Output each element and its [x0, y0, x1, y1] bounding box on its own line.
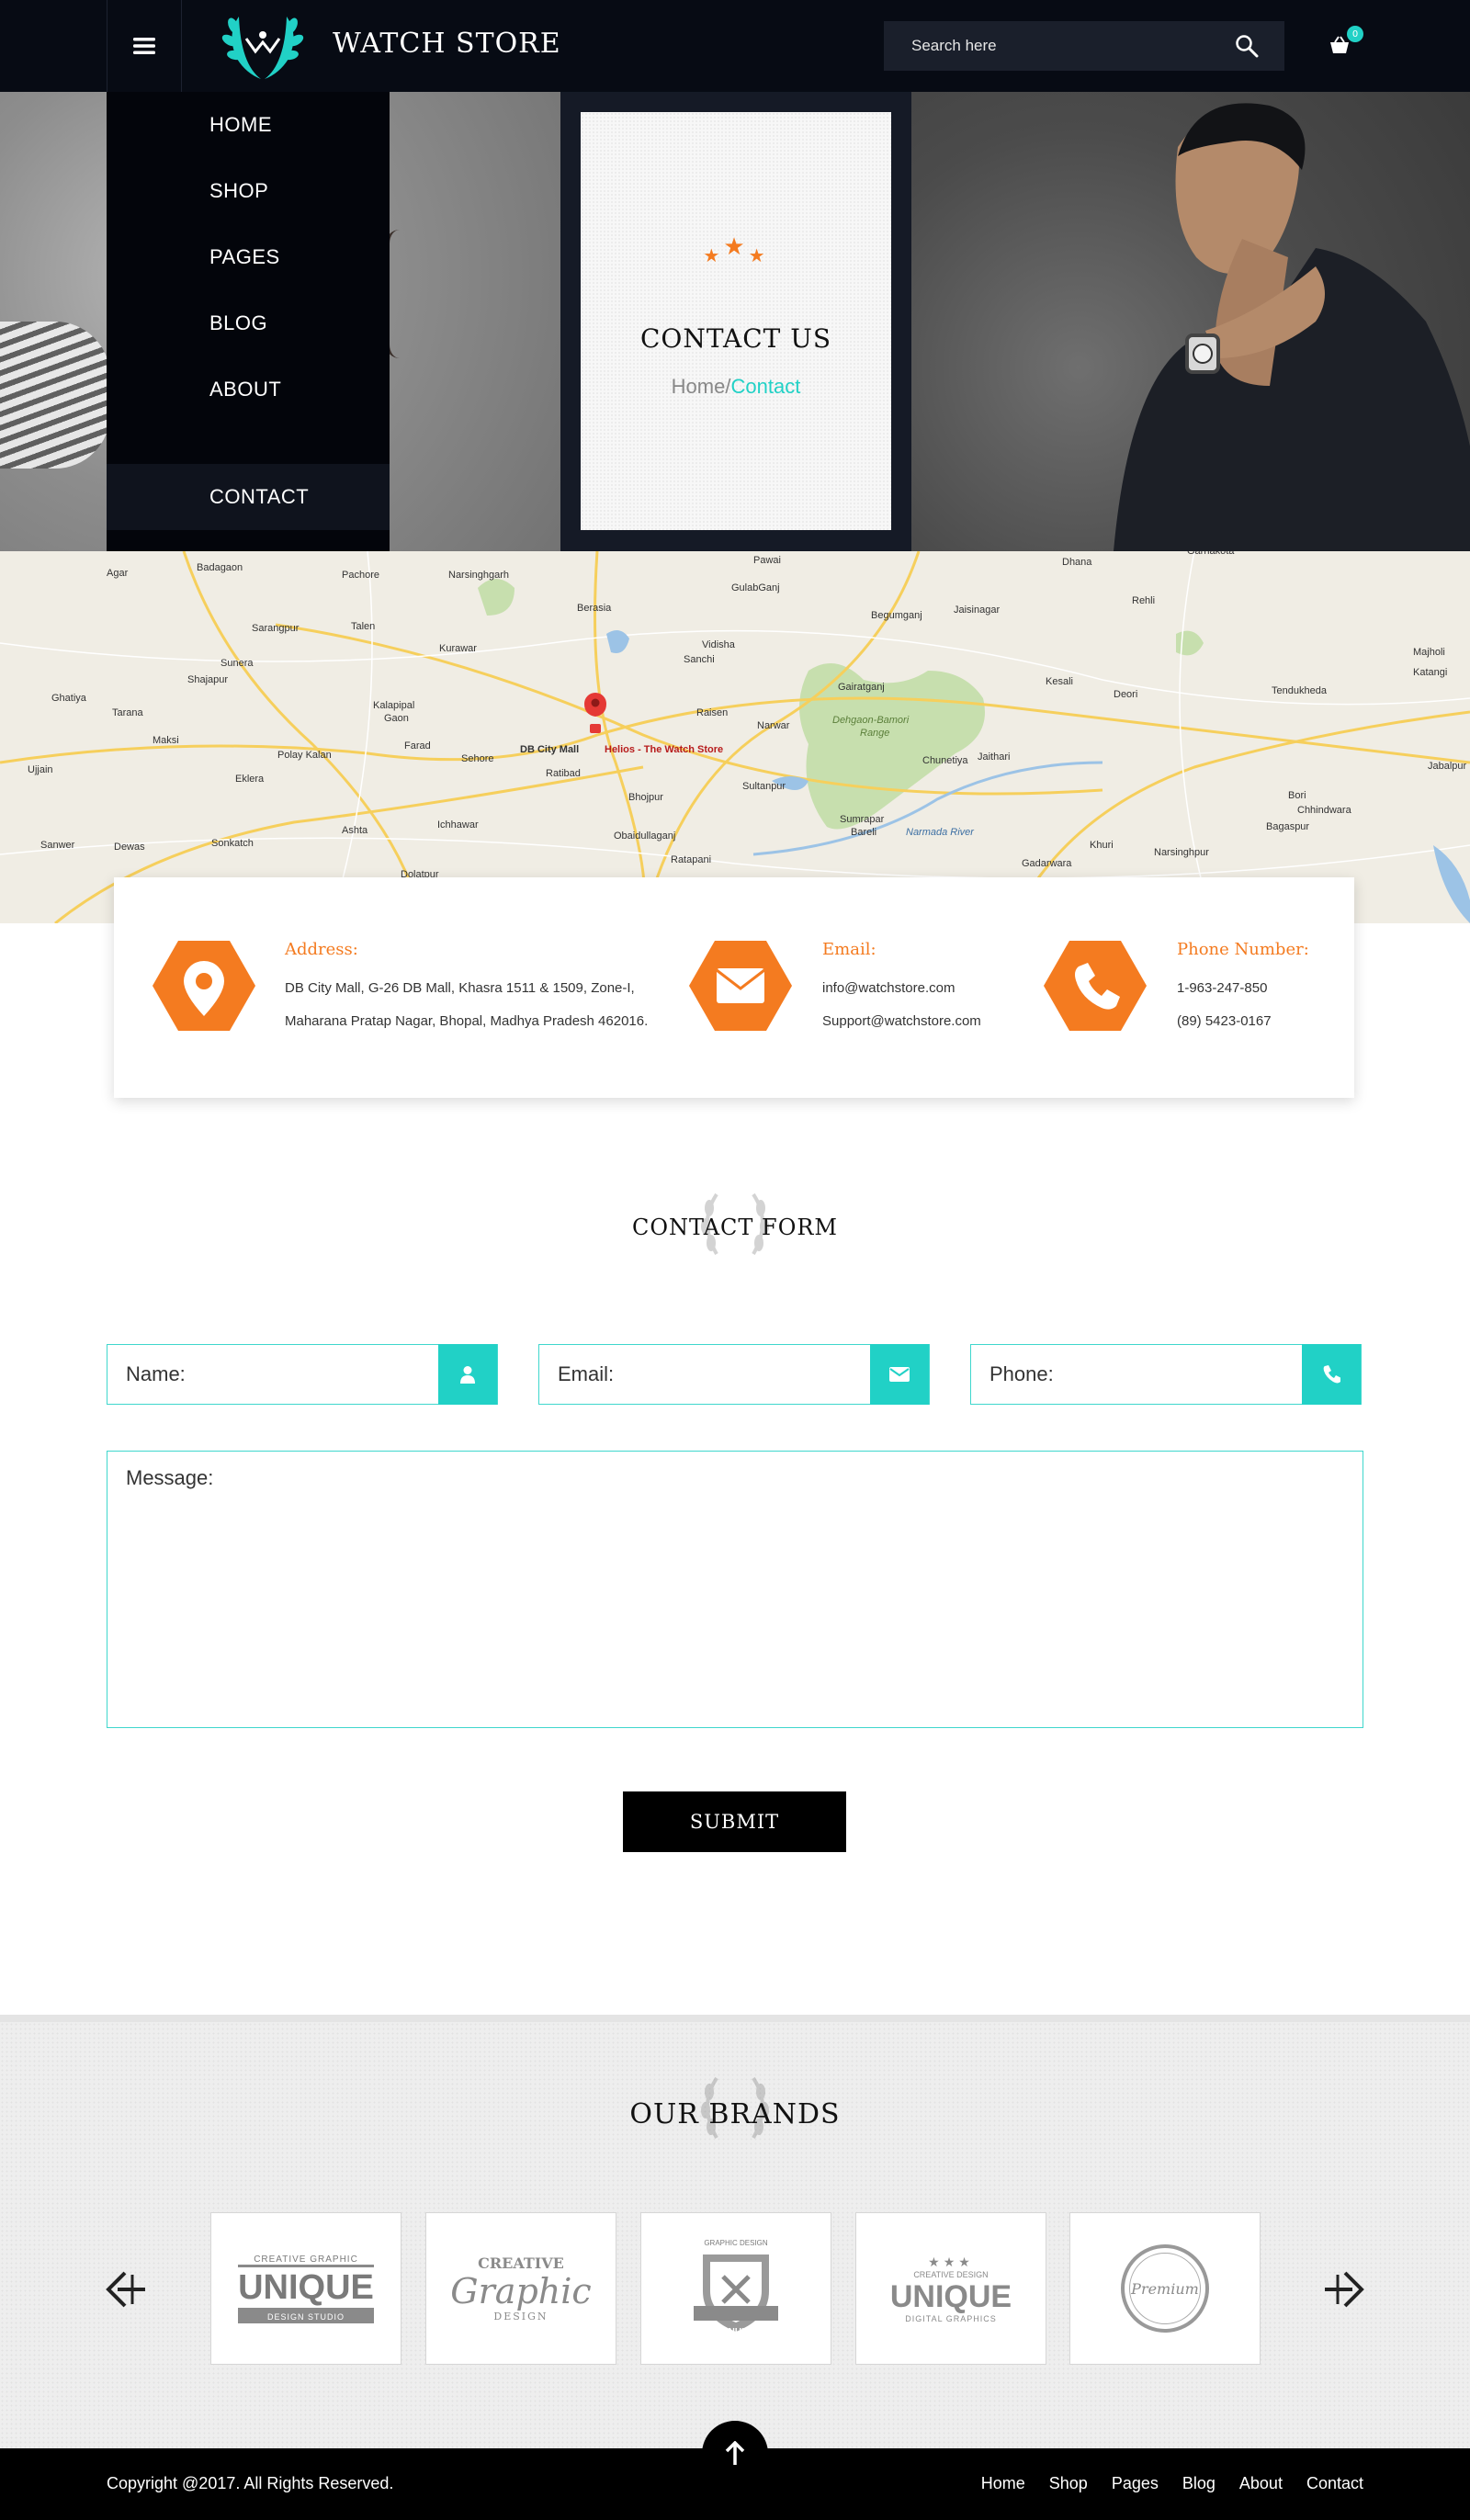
page-title: CONTACT US	[639, 323, 832, 354]
name-field	[107, 1344, 498, 1405]
footer-nav: Home Shop Pages Blog About Contact	[981, 2474, 1363, 2493]
brand-1-top: CREATIVE GRAPHIC	[254, 2254, 358, 2265]
email-line-1[interactable]: info@watchstore.com	[822, 980, 955, 996]
email-title: Email:	[822, 940, 876, 959]
footer-link-contact[interactable]: Contact	[1306, 2474, 1363, 2493]
breadcrumb-current: Contact	[730, 375, 801, 398]
phone-icon	[1044, 941, 1147, 1031]
location-map[interactable]: Agar Badagaon Pachore Narsinghgarh Pawai…	[0, 551, 1470, 923]
brand-4-top: CREATIVE DESIGN	[913, 2269, 989, 2279]
name-input[interactable]	[107, 1345, 438, 1404]
search-icon[interactable]	[1235, 34, 1259, 58]
hero-man-image	[911, 92, 1470, 551]
site-header: WATCH STORE 0	[0, 0, 1470, 92]
brand-logo-2[interactable]: CREATIVE Graphic DESIGN	[425, 2212, 616, 2365]
cart-count-badge: 0	[1347, 26, 1363, 42]
brand-4-main: UNIQUE	[889, 2278, 1012, 2314]
brands-title: OUR BRANDS	[629, 2098, 841, 2130]
address-title: Address:	[285, 940, 358, 959]
contact-form-title: CONTACT FORM	[631, 1215, 839, 1240]
brand-logo-1[interactable]: CREATIVE GRAPHIC UNIQUE DESIGN STUDIO	[210, 2212, 401, 2365]
map-marker-icon[interactable]	[584, 693, 606, 733]
brand-1-bottom: DESIGN STUDIO	[238, 2310, 374, 2323]
brand-logo-5[interactable]: Premium	[1069, 2212, 1261, 2365]
back-to-top-button[interactable]	[702, 2421, 768, 2487]
footer-link-shop[interactable]: Shop	[1049, 2474, 1088, 2493]
address-line-1: DB City Mall, G-26 DB Mall, Khasra 1511 …	[285, 980, 635, 996]
brand-logo-4[interactable]: ★★★ CREATIVE DESIGN UNIQUE DIGITAL GRAPH…	[855, 2212, 1046, 2365]
phone-input[interactable]	[971, 1345, 1302, 1404]
nav-item-shop[interactable]: SHOP	[107, 158, 390, 224]
footer-link-blog[interactable]: Blog	[1182, 2474, 1216, 2493]
search-box	[884, 21, 1284, 71]
email-input[interactable]	[539, 1345, 870, 1404]
email-field	[538, 1344, 930, 1405]
arrow-up-icon	[725, 2441, 745, 2465]
brand-1-main: UNIQUE	[238, 2264, 374, 2311]
nav-item-contact[interactable]: CONTACT	[107, 464, 390, 530]
nav-item-home[interactable]: HOME	[107, 92, 390, 158]
logo-emblem-icon[interactable]	[219, 7, 307, 85]
map-marker-label[interactable]: Helios - The Watch Store	[605, 744, 723, 755]
brands-next-arrow-icon[interactable]	[1321, 2269, 1365, 2310]
copyright-text: Copyright @2017. All Rights Reserved.	[107, 2474, 394, 2492]
submit-button[interactable]: SUBMIT	[623, 1791, 846, 1852]
nav-item-pages[interactable]: PAGES	[107, 224, 390, 290]
message-field	[107, 1451, 1363, 1728]
brand-2-main: Graphic	[450, 2271, 592, 2311]
envelope-icon	[870, 1344, 929, 1405]
phone-field	[970, 1344, 1362, 1405]
email-line-2[interactable]: Support@watchstore.com	[822, 1013, 981, 1029]
shield-icon	[694, 2254, 778, 2332]
breadcrumb-home[interactable]: Home	[672, 375, 726, 398]
footer-link-about[interactable]: About	[1239, 2474, 1283, 2493]
location-pin-icon	[153, 941, 255, 1031]
address-line-2: Maharana Pratap Nagar, Bhopal, Madhya Pr…	[285, 1013, 649, 1029]
stars-icon: ★★★	[703, 233, 769, 266]
message-textarea[interactable]	[107, 1452, 1363, 1727]
brand-2-bottom: DESIGN	[493, 2311, 548, 2322]
phone-line-2[interactable]: (89) 5423-0167	[1177, 1013, 1272, 1029]
brand-4-bottom: DIGITAL GRAPHICS	[905, 2313, 997, 2323]
nav-item-about[interactable]: ABOUT	[107, 356, 390, 423]
brand-3-bottom: GENUINE	[715, 2327, 757, 2337]
brand-logo-3[interactable]: GRAPHIC DESIGN GENUINE	[640, 2212, 831, 2365]
menu-toggle-button[interactable]	[107, 0, 182, 92]
hamburger-icon	[133, 38, 155, 54]
footer-link-home[interactable]: Home	[981, 2474, 1025, 2493]
cart-button[interactable]: 0	[1329, 26, 1363, 61]
nav-item-blog[interactable]: BLOG	[107, 290, 390, 356]
main-nav: HOME SHOP PAGES BLOG ABOUT CONTACT	[107, 92, 390, 551]
envelope-icon	[689, 941, 792, 1031]
brand-3-top: GRAPHIC DESIGN	[704, 2239, 768, 2247]
brands-prev-arrow-icon[interactable]	[105, 2269, 149, 2310]
contact-info-card: Address: DB City Mall, G-26 DB Mall, Kha…	[114, 877, 1354, 1098]
brand-2-top: CREATIVE	[478, 2254, 564, 2272]
phone-icon	[1302, 1344, 1361, 1405]
footer-link-pages[interactable]: Pages	[1112, 2474, 1159, 2493]
user-icon	[438, 1344, 497, 1405]
phone-title: Phone Number:	[1177, 940, 1309, 959]
phone-line-1[interactable]: 1-963-247-850	[1177, 980, 1267, 996]
breadcrumb: Home/Contact	[581, 375, 891, 399]
store-name[interactable]: WATCH STORE	[333, 28, 561, 60]
brand-5-main: Premium	[1129, 2253, 1201, 2324]
page-title-card: ★★★ CONTACT US Home/Contact	[581, 112, 891, 530]
search-input[interactable]	[884, 21, 1224, 71]
